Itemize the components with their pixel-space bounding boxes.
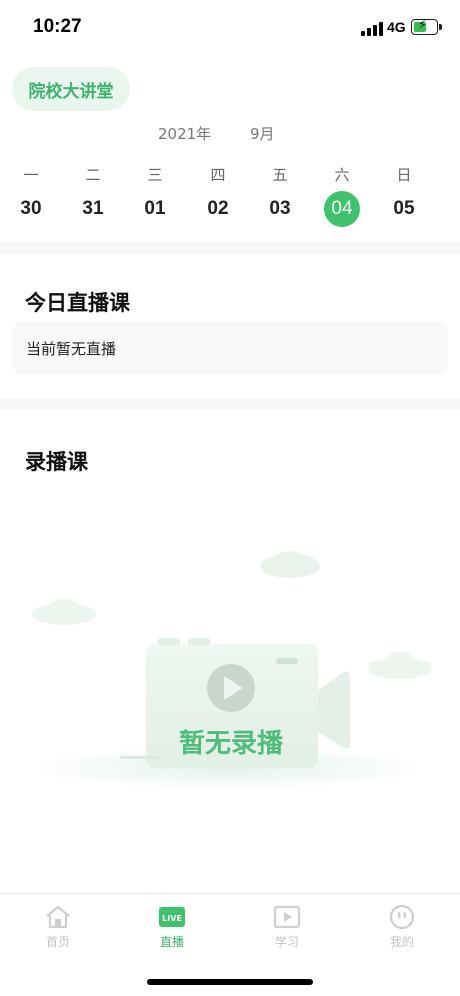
charging-icon: ⚡ bbox=[418, 18, 428, 33]
tab-live[interactable]: LIVE 直播 bbox=[132, 902, 212, 952]
weekday-row: 一 二 三 四 五 六 日 bbox=[0, 164, 460, 186]
home-indicator bbox=[147, 979, 313, 985]
section-divider bbox=[0, 242, 460, 254]
tab-label: 学习 bbox=[274, 935, 299, 949]
weekday-label: 一 bbox=[23, 166, 39, 184]
tab-profile[interactable]: 我的 bbox=[362, 902, 442, 952]
camera-lens-shape bbox=[318, 671, 350, 749]
network-label: 4G bbox=[387, 19, 406, 35]
signal-icon bbox=[361, 22, 383, 36]
status-time: 10:27 bbox=[33, 16, 82, 37]
recorded-section-title: 录播课 bbox=[25, 450, 88, 474]
live-empty-card: 当前暂无直播 bbox=[12, 322, 448, 374]
year-label: 2021年 bbox=[158, 125, 212, 143]
live-section-title: 今日直播课 bbox=[25, 291, 130, 315]
live-empty-text: 当前暂无直播 bbox=[26, 340, 117, 358]
month-selector[interactable]: 2021年 9月 bbox=[0, 123, 460, 145]
tab-study[interactable]: 学习 bbox=[247, 902, 327, 952]
play-icon bbox=[273, 905, 301, 929]
live-icon: LIVE bbox=[159, 907, 185, 927]
date-cell-selected[interactable]: 04 bbox=[324, 191, 360, 227]
battery-cap bbox=[439, 24, 442, 30]
date-cell[interactable]: 01 bbox=[135, 191, 175, 227]
tab-label: 直播 bbox=[159, 935, 184, 949]
profile-icon bbox=[389, 904, 415, 930]
weekday-label: 六 bbox=[334, 166, 350, 184]
month-label: 9月 bbox=[250, 125, 275, 143]
page-title[interactable]: 院校大讲堂 bbox=[12, 67, 130, 111]
svg-text:LIVE: LIVE bbox=[162, 914, 182, 923]
tab-home[interactable]: 首页 bbox=[18, 902, 98, 952]
empty-recording-illustration: 暂无录播 bbox=[28, 551, 432, 790]
date-cell[interactable]: 03 bbox=[260, 191, 300, 227]
home-icon bbox=[46, 905, 70, 929]
weekday-label: 三 bbox=[147, 166, 163, 184]
date-row: 30 31 01 02 03 04 05 bbox=[0, 191, 460, 229]
date-cell[interactable]: 05 bbox=[384, 191, 424, 227]
tab-label: 首页 bbox=[45, 935, 70, 949]
date-cell[interactable]: 02 bbox=[198, 191, 238, 227]
tab-label: 我的 bbox=[389, 935, 414, 949]
weekday-label: 二 bbox=[85, 166, 101, 184]
weekday-label: 四 bbox=[210, 166, 226, 184]
date-cell[interactable]: 30 bbox=[11, 191, 51, 227]
illustration-caption: 暂无录播 bbox=[179, 728, 284, 759]
date-cell[interactable]: 31 bbox=[73, 191, 113, 227]
section-divider bbox=[0, 398, 460, 410]
weekday-label: 五 bbox=[272, 166, 288, 184]
weekday-label: 日 bbox=[396, 166, 412, 184]
status-bar: 10:27 4G ⚡ bbox=[0, 0, 460, 58]
